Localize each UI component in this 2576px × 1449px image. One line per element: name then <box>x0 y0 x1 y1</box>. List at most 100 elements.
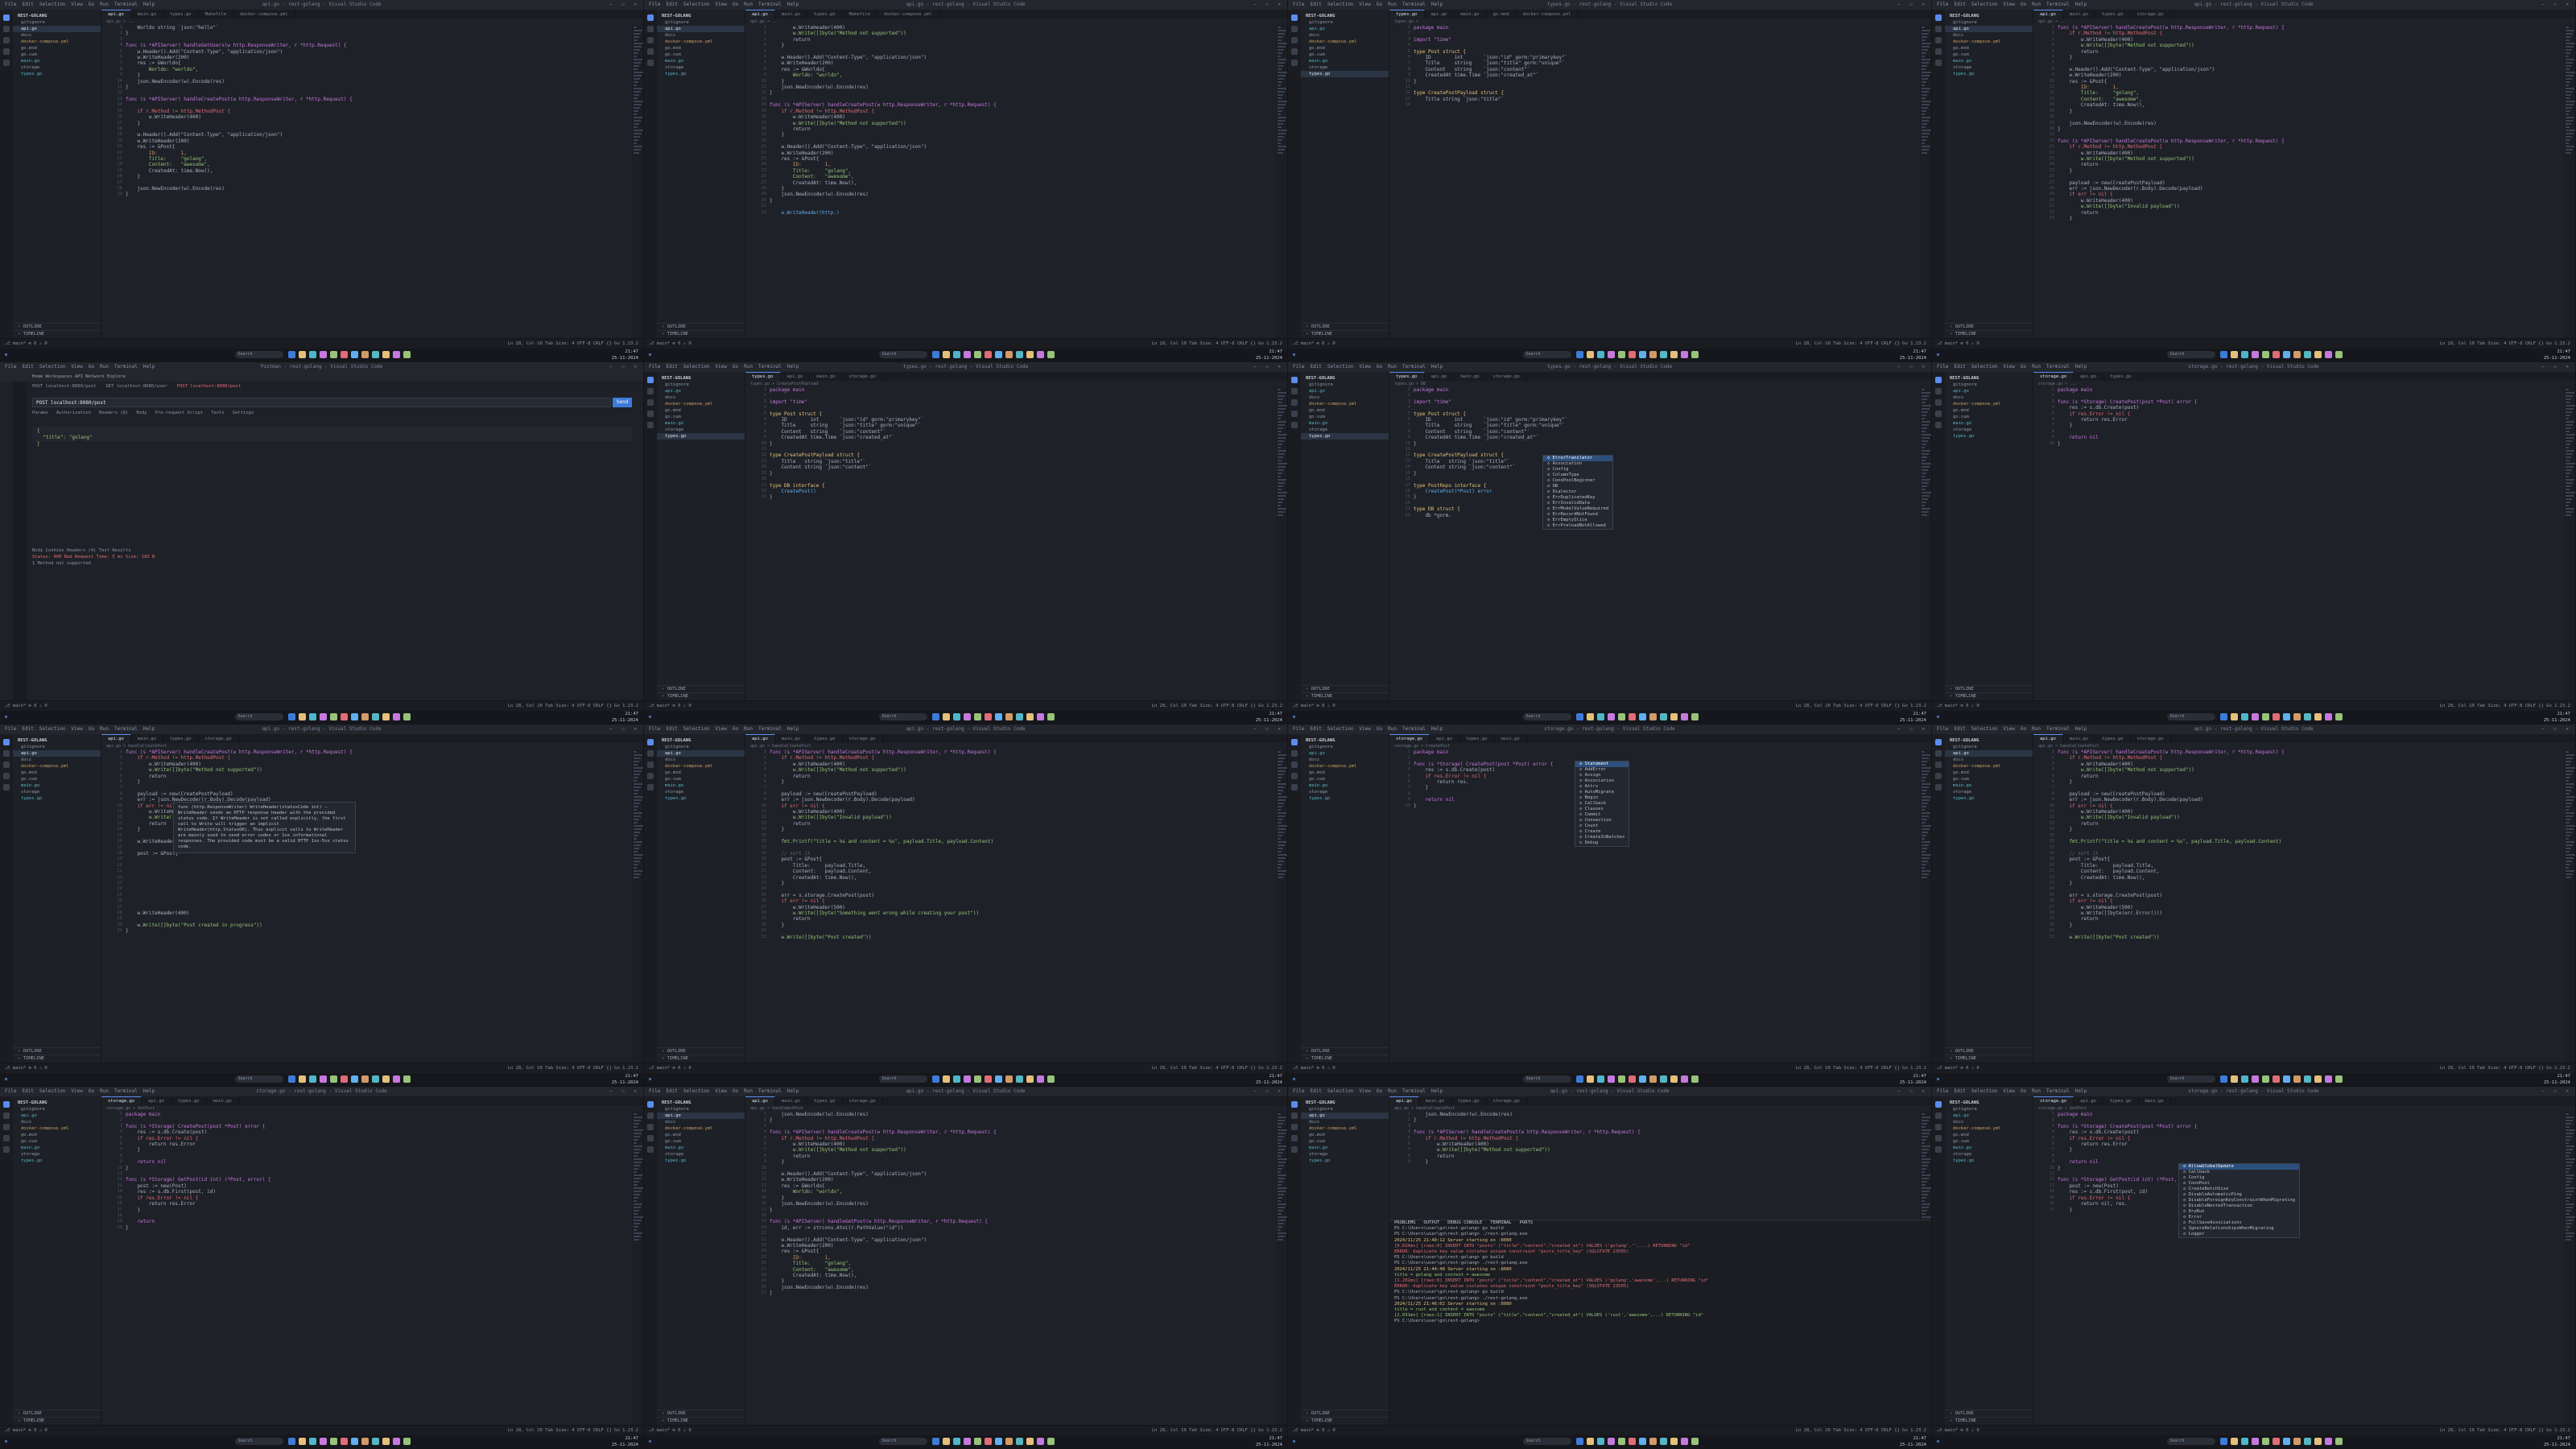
status-left[interactable]: ⎇ main* ⊗ 0 ⚠ 0 <box>1937 1428 1979 1433</box>
menu-item[interactable]: Terminal <box>758 726 782 732</box>
editor-tab[interactable]: main.go <box>207 1097 239 1105</box>
request-tab[interactable]: GET localhost:8080/user <box>101 384 171 389</box>
taskbar-app-icon[interactable] <box>1670 1075 1678 1083</box>
minimap[interactable] <box>1276 387 1287 701</box>
menu-item[interactable]: Edit <box>666 1088 677 1094</box>
suggestion-item[interactable]: ◇ Commit <box>1575 812 1629 818</box>
menu-item[interactable]: Help <box>2075 726 2087 732</box>
taskbar-app-icon[interactable] <box>2314 1075 2322 1083</box>
explorer-item[interactable]: docker-compose.yml <box>1301 401 1389 407</box>
minimap[interactable] <box>632 1112 643 1426</box>
outline-section[interactable]: › OUTLINE <box>1945 1047 2033 1055</box>
suggestion-item[interactable]: ◇ Count <box>1575 824 1629 829</box>
explorer-item[interactable]: main.go <box>657 58 745 64</box>
outline-section[interactable]: › OUTLINE <box>657 1047 745 1055</box>
menu-item[interactable]: Run <box>744 364 753 369</box>
taskbar-app-icon[interactable] <box>287 713 295 720</box>
menu-item[interactable]: Help <box>143 726 155 732</box>
explorer-item[interactable]: gitignore <box>1301 382 1389 388</box>
editor-tab[interactable]: types.go <box>2095 10 2131 19</box>
editor-tab[interactable]: types.go <box>2095 735 2131 743</box>
taskbar-app-icon[interactable] <box>2261 1075 2269 1083</box>
taskbar-app-icon[interactable] <box>1638 351 1646 358</box>
search-icon[interactable] <box>1935 1113 1942 1119</box>
taskbar-app-icon[interactable] <box>392 1075 400 1083</box>
menu-item[interactable]: Edit <box>1954 1088 1965 1094</box>
taskbar-app-icon[interactable] <box>942 713 950 720</box>
menu-item[interactable]: Go <box>733 726 738 732</box>
explorer-item[interactable]: api.go <box>657 26 745 32</box>
menu-item[interactable]: Terminal <box>758 2 782 7</box>
editor-tab[interactable]: main.go <box>1454 373 1487 381</box>
source-control-icon[interactable] <box>1291 399 1298 406</box>
source-control-icon[interactable] <box>1291 762 1298 768</box>
start-icon[interactable]: ⊞ <box>1937 1073 1939 1086</box>
code-editor[interactable]: json.NewEncoder(w).Encode(res)} func (s … <box>745 1112 1276 1426</box>
taskbar-app-icon[interactable] <box>2230 713 2238 720</box>
menu-item[interactable]: Run <box>100 364 109 369</box>
taskbar-app-icon[interactable] <box>382 351 390 358</box>
explorer-item[interactable]: gitignore <box>1945 744 2033 750</box>
editor-tab[interactable]: storage.go <box>1487 373 1527 381</box>
editor-tab[interactable]: api.go <box>1389 1096 1419 1105</box>
menu-item[interactable]: Selection <box>39 1088 66 1094</box>
taskbar-app-icon[interactable] <box>1638 1438 1646 1445</box>
explorer-item[interactable]: go.sum <box>1301 776 1389 782</box>
explorer-item[interactable]: gitignore <box>1945 19 2033 26</box>
explorer-item[interactable]: go.mod <box>13 45 101 52</box>
menu-item[interactable]: Help <box>787 726 799 732</box>
taskbar-app-icon[interactable] <box>1690 713 1699 720</box>
taskbar-app-icon[interactable] <box>329 1075 337 1083</box>
explorer-item[interactable]: types.go <box>1945 71 2033 77</box>
explorer-item[interactable]: docs <box>657 1119 745 1125</box>
terminal-panel[interactable]: PROBLEMS OUTPUT DEBUG CONSOLE TERMINAL P… <box>1389 1220 1931 1426</box>
source-control-icon[interactable] <box>647 37 654 43</box>
explorer-item[interactable]: api.go <box>1945 26 2033 32</box>
taskbar-app-icon[interactable] <box>1659 1438 1667 1445</box>
taskbar-app-icon[interactable] <box>1690 1075 1699 1083</box>
menu-item[interactable]: Run <box>744 1088 753 1094</box>
start-icon[interactable]: ⊞ <box>5 1435 7 1448</box>
debug-icon[interactable] <box>1935 1135 1942 1141</box>
window-controls[interactable]: — ☐ ✕ <box>609 362 640 372</box>
extensions-icon[interactable] <box>647 784 654 791</box>
search-icon[interactable] <box>647 750 654 757</box>
window-controls[interactable]: — ☐ ✕ <box>1897 362 1928 372</box>
menu-item[interactable]: Run <box>100 726 109 732</box>
window-controls[interactable]: — ☐ ✕ <box>1897 1087 1928 1096</box>
taskbar-app-icon[interactable] <box>2261 713 2269 720</box>
taskbar-app-icon[interactable] <box>298 713 306 720</box>
menu-item[interactable]: View <box>715 364 726 369</box>
menu-item[interactable]: View <box>715 2 726 7</box>
menu-item[interactable]: File <box>5 1088 16 1094</box>
start-icon[interactable]: ⊞ <box>1937 1435 1939 1448</box>
files-icon[interactable] <box>1291 14 1298 21</box>
taskbar-search[interactable]: Search <box>1522 351 1571 358</box>
status-left[interactable]: ⎇ main* ⊗ 0 ⚠ 0 <box>649 341 691 346</box>
taskbar-app-icon[interactable] <box>361 351 369 358</box>
suggestion-item[interactable]: ◇ ErrorTranslator <box>1543 456 1613 461</box>
source-control-icon[interactable] <box>3 1124 10 1130</box>
menu-item[interactable]: Run <box>1388 1088 1397 1094</box>
code-editor[interactable]: Worldo string `json:"hello"`} func (s *A… <box>101 25 632 339</box>
taskbar-app-icon[interactable] <box>963 1438 971 1445</box>
menu-item[interactable]: File <box>5 364 16 369</box>
code-editor[interactable]: package main func (s *Storage) CreatePos… <box>2033 387 2564 701</box>
taskbar-app-icon[interactable] <box>1026 1075 1034 1083</box>
explorer-item[interactable]: api.go <box>1301 750 1389 757</box>
menu-item[interactable]: Edit <box>666 2 677 7</box>
taskbar-app-icon[interactable] <box>973 1075 981 1083</box>
menu-item[interactable]: Help <box>143 1088 155 1094</box>
menu-item[interactable]: File <box>1937 2 1948 7</box>
status-left[interactable]: ⎇ main* ⊗ 0 ⚠ 0 <box>1293 341 1335 346</box>
taskbar-app-icon[interactable] <box>1596 1438 1604 1445</box>
start-icon[interactable]: ⊞ <box>5 711 7 724</box>
taskbar-app-icon[interactable] <box>1005 1075 1013 1083</box>
explorer-item[interactable]: api.go <box>1301 1113 1389 1119</box>
start-icon[interactable]: ⊞ <box>5 1073 7 1086</box>
request-body[interactable]: { "title": "golang" } <box>32 427 632 447</box>
explorer-item[interactable]: types.go <box>1945 1158 2033 1164</box>
outline-section[interactable]: › OUTLINE <box>1301 1047 1389 1055</box>
editor-tab[interactable]: api.go <box>1430 735 1459 743</box>
taskbar-app-icon[interactable] <box>298 351 306 358</box>
